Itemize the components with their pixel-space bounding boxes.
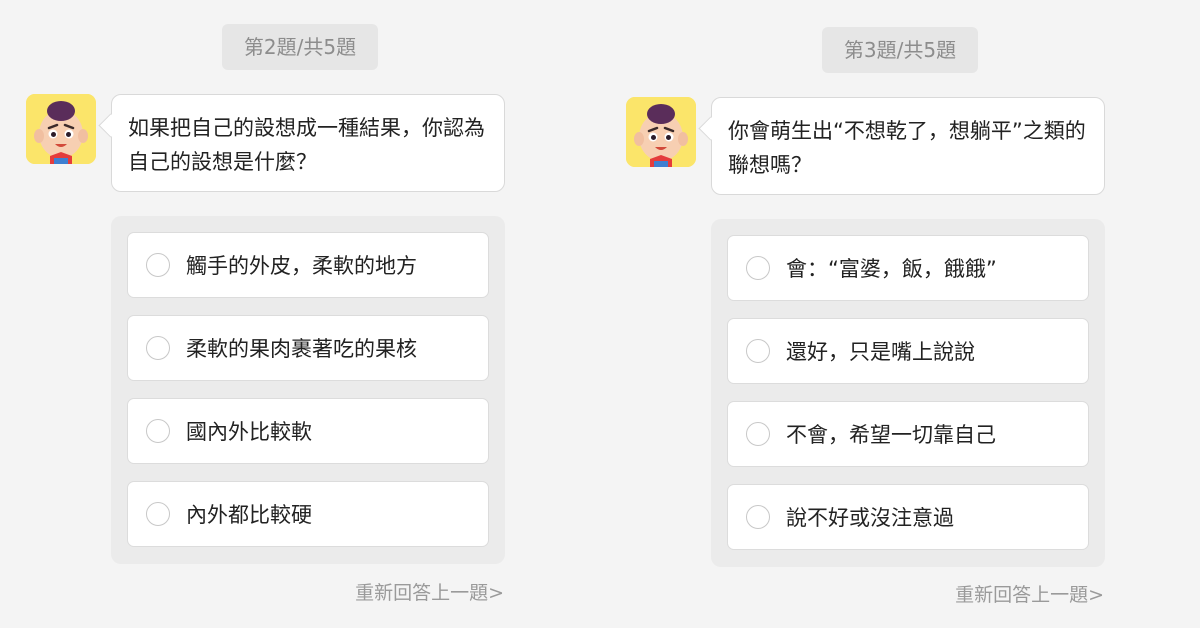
answer-option[interactable]: 會：“富婆，飯，餓餓”	[727, 235, 1089, 301]
redo-previous-question-link[interactable]: 重新回答上一題>	[355, 578, 504, 605]
answer-option-label: 會：“富婆，飯，餓餓”	[786, 257, 997, 281]
answer-option-label: 還好，只是嘴上說說	[786, 340, 975, 364]
quiz-panel-question-3: 第3題/共5題 你會萌生出“不想乾了，想躺平”之類的聯想嗎？ 會：“富婆，飯，餓…	[600, 0, 1200, 628]
radio-button-icon[interactable]	[146, 253, 170, 277]
radio-button-icon[interactable]	[746, 256, 770, 280]
question-bubble: 你會萌生出“不想乾了，想躺平”之類的聯想嗎？	[711, 97, 1105, 195]
answer-option[interactable]: 說不好或沒注意過	[727, 484, 1089, 550]
radio-button-icon[interactable]	[146, 502, 170, 526]
cartoon-boy-avatar-icon	[26, 94, 96, 164]
question-bubble: 如果把自己的設想成一種結果，你認為自己的設想是什麼？	[111, 94, 505, 192]
options-list: 會：“富婆，飯，餓餓” 還好，只是嘴上說說 不會，希望一切靠自己 說不好或沒注意…	[711, 219, 1105, 567]
answer-option-label: 不會，希望一切靠自己	[786, 423, 996, 447]
answer-option-label: 內外都比較硬	[186, 503, 312, 527]
answer-option[interactable]: 觸手的外皮，柔軟的地方	[127, 232, 489, 298]
answer-option-label: 說不好或沒注意過	[786, 506, 954, 530]
question-counter: 第3題/共5題	[822, 27, 978, 73]
answer-option[interactable]: 國內外比較軟	[127, 398, 489, 464]
radio-button-icon[interactable]	[746, 339, 770, 363]
answer-option-label: 觸手的外皮，柔軟的地方	[186, 254, 417, 278]
cartoon-boy-avatar-icon	[626, 97, 696, 167]
radio-button-icon[interactable]	[746, 422, 770, 446]
radio-button-icon[interactable]	[146, 336, 170, 360]
options-list: 觸手的外皮，柔軟的地方 柔軟的果肉裹著吃的果核 國內外比較軟 內外都比較硬	[111, 216, 505, 564]
answer-option-label: 柔軟的果肉裹著吃的果核	[186, 337, 417, 361]
question-counter: 第2題/共5題	[222, 24, 378, 70]
quiz-panel-question-2: 第2題/共5題 如果把自己的設想成一種結果，你認為自己的設想是什麼？ 觸手的外皮…	[0, 0, 600, 628]
answer-option[interactable]: 不會，希望一切靠自己	[727, 401, 1089, 467]
radio-button-icon[interactable]	[746, 505, 770, 529]
answer-option-label: 國內外比較軟	[186, 420, 312, 444]
answer-option[interactable]: 柔軟的果肉裹著吃的果核	[127, 315, 489, 381]
redo-previous-question-link[interactable]: 重新回答上一題>	[955, 580, 1104, 607]
answer-option[interactable]: 還好，只是嘴上說說	[727, 318, 1089, 384]
answer-option[interactable]: 內外都比較硬	[127, 481, 489, 547]
radio-button-icon[interactable]	[146, 419, 170, 443]
